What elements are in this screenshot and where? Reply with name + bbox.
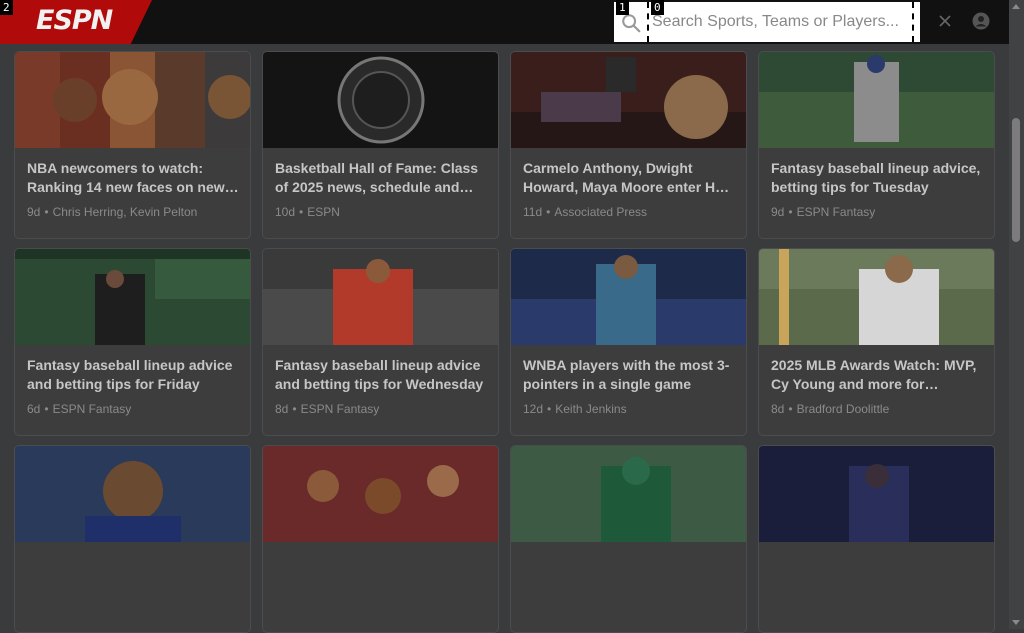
article-thumbnail[interactable]: [511, 249, 747, 345]
article-title[interactable]: Basketball Hall of Fame: Class of 2025 n…: [275, 159, 488, 197]
article-thumbnail[interactable]: [263, 52, 499, 148]
article-meta: 9d • ESPN Fantasy: [771, 205, 875, 219]
article-title-text[interactable]: WNBA players with the most 3-pointers in…: [523, 356, 736, 394]
top-navigation-bar: ESPN: [0, 0, 1009, 44]
article-meta: 8d • ESPN Fantasy: [275, 402, 379, 416]
article-thumbnail[interactable]: [263, 446, 499, 542]
article-thumbnail[interactable]: [263, 249, 499, 345]
article-age: 8d: [275, 402, 289, 416]
scroll-up-arrow-icon[interactable]: [1012, 4, 1020, 9]
article-card[interactable]: [758, 445, 995, 633]
article-author: Chris Herring, Kevin Pelton: [52, 205, 198, 219]
article-meta: 11d • Associated Press: [523, 205, 647, 219]
article-title-text[interactable]: NBA newcomers to watch: Ranking 14 new f…: [27, 159, 240, 197]
article-card[interactable]: Fantasy baseball lineup advice, betting …: [758, 51, 995, 239]
article-author: ESPN Fantasy: [52, 402, 132, 416]
article-thumbnail[interactable]: [759, 52, 995, 148]
article-card[interactable]: [14, 445, 251, 633]
meta-separator: •: [546, 205, 551, 219]
meta-separator: •: [788, 402, 793, 416]
article-title[interactable]: WNBA players with the most 3-pointers in…: [523, 356, 736, 394]
article-title[interactable]: Carmelo Anthony, Dwight Howard, Maya Moo…: [523, 159, 736, 197]
meta-separator: •: [292, 402, 297, 416]
meta-separator: •: [299, 205, 304, 219]
vertical-scrollbar[interactable]: [1009, 0, 1024, 629]
article-age: 10d: [275, 205, 296, 219]
article-age: 12d: [523, 402, 544, 416]
article-title[interactable]: Fantasy baseball lineup advice and betti…: [275, 356, 488, 394]
article-title[interactable]: 2025 MLB Awards Watch: MVP, Cy Young and…: [771, 356, 984, 394]
close-icon[interactable]: [938, 14, 952, 28]
meta-separator: •: [44, 205, 49, 219]
article-thumbnail[interactable]: [15, 446, 251, 542]
article-age: 9d: [771, 205, 785, 219]
article-card[interactable]: Fantasy baseball lineup advice and betti…: [14, 248, 251, 436]
element-tag-2: 2: [0, 0, 13, 15]
article-title-text[interactable]: Fantasy baseball lineup advice and betti…: [275, 356, 488, 394]
search-focus-outline-left: [647, 2, 649, 42]
article-title-text[interactable]: Fantasy baseball lineup advice and betti…: [27, 356, 240, 394]
article-age: 11d: [523, 205, 543, 219]
meta-separator: •: [788, 205, 793, 219]
article-author: Keith Jenkins: [555, 402, 627, 416]
article-author: ESPN Fantasy: [796, 205, 876, 219]
article-thumbnail[interactable]: [511, 52, 747, 148]
article-card[interactable]: 2025 MLB Awards Watch: MVP, Cy Young and…: [758, 248, 995, 436]
espn-logo[interactable]: ESPN: [0, 0, 152, 44]
article-meta: 8d • Bradford Doolittle: [771, 402, 889, 416]
article-card[interactable]: [262, 445, 499, 633]
article-author: ESPN Fantasy: [300, 402, 380, 416]
article-title-text[interactable]: Fantasy baseball lineup advice, betting …: [771, 159, 984, 197]
meta-separator: •: [547, 402, 552, 416]
meta-separator: •: [44, 402, 49, 416]
article-card[interactable]: Basketball Hall of Fame: Class of 2025 n…: [262, 51, 499, 239]
article-card[interactable]: Carmelo Anthony, Dwight Howard, Maya Moo…: [510, 51, 747, 239]
article-author: ESPN: [307, 205, 340, 219]
search-focus-outline-right: [912, 2, 914, 42]
article-card[interactable]: Fantasy baseball lineup advice and betti…: [262, 248, 499, 436]
article-title[interactable]: Fantasy baseball lineup advice and betti…: [27, 356, 240, 394]
scroll-thumb[interactable]: [1012, 118, 1020, 242]
article-meta: 9d • Chris Herring, Kevin Pelton: [27, 205, 197, 219]
article-title-text[interactable]: Basketball Hall of Fame: Class of 2025 n…: [275, 159, 488, 197]
article-meta: 6d • ESPN Fantasy: [27, 402, 131, 416]
article-age: 9d: [27, 205, 41, 219]
article-title[interactable]: NBA newcomers to watch: Ranking 14 new f…: [27, 159, 240, 197]
article-author: Associated Press: [554, 205, 648, 219]
element-tag-0: 0: [651, 0, 664, 15]
article-card[interactable]: NBA newcomers to watch: Ranking 14 new f…: [14, 51, 251, 239]
article-age: 8d: [771, 402, 785, 416]
element-tag-1: 1: [616, 0, 629, 15]
article-thumbnail[interactable]: [15, 249, 251, 345]
article-card[interactable]: WNBA players with the most 3-pointers in…: [510, 248, 747, 436]
article-card[interactable]: [510, 445, 747, 633]
article-title-text[interactable]: 2025 MLB Awards Watch: MVP, Cy Young and…: [771, 356, 984, 394]
article-author: Bradford Doolittle: [796, 402, 890, 416]
search-icon[interactable]: [620, 12, 642, 34]
article-thumbnail[interactable]: [759, 446, 995, 542]
article-title[interactable]: Fantasy baseball lineup advice, betting …: [771, 159, 984, 197]
article-title-text[interactable]: Carmelo Anthony, Dwight Howard, Maya Moo…: [523, 159, 736, 197]
article-meta: 12d • Keith Jenkins: [523, 402, 627, 416]
user-profile-icon[interactable]: [972, 12, 990, 30]
article-thumbnail[interactable]: [511, 446, 747, 542]
article-age: 6d: [27, 402, 41, 416]
espn-logo-text: ESPN: [36, 5, 113, 36]
search-input[interactable]: [652, 6, 902, 38]
article-thumbnail[interactable]: [15, 52, 251, 148]
scroll-down-arrow-icon[interactable]: [1012, 620, 1020, 625]
article-thumbnail[interactable]: [759, 249, 995, 345]
article-meta: 10d • ESPN: [275, 205, 340, 219]
